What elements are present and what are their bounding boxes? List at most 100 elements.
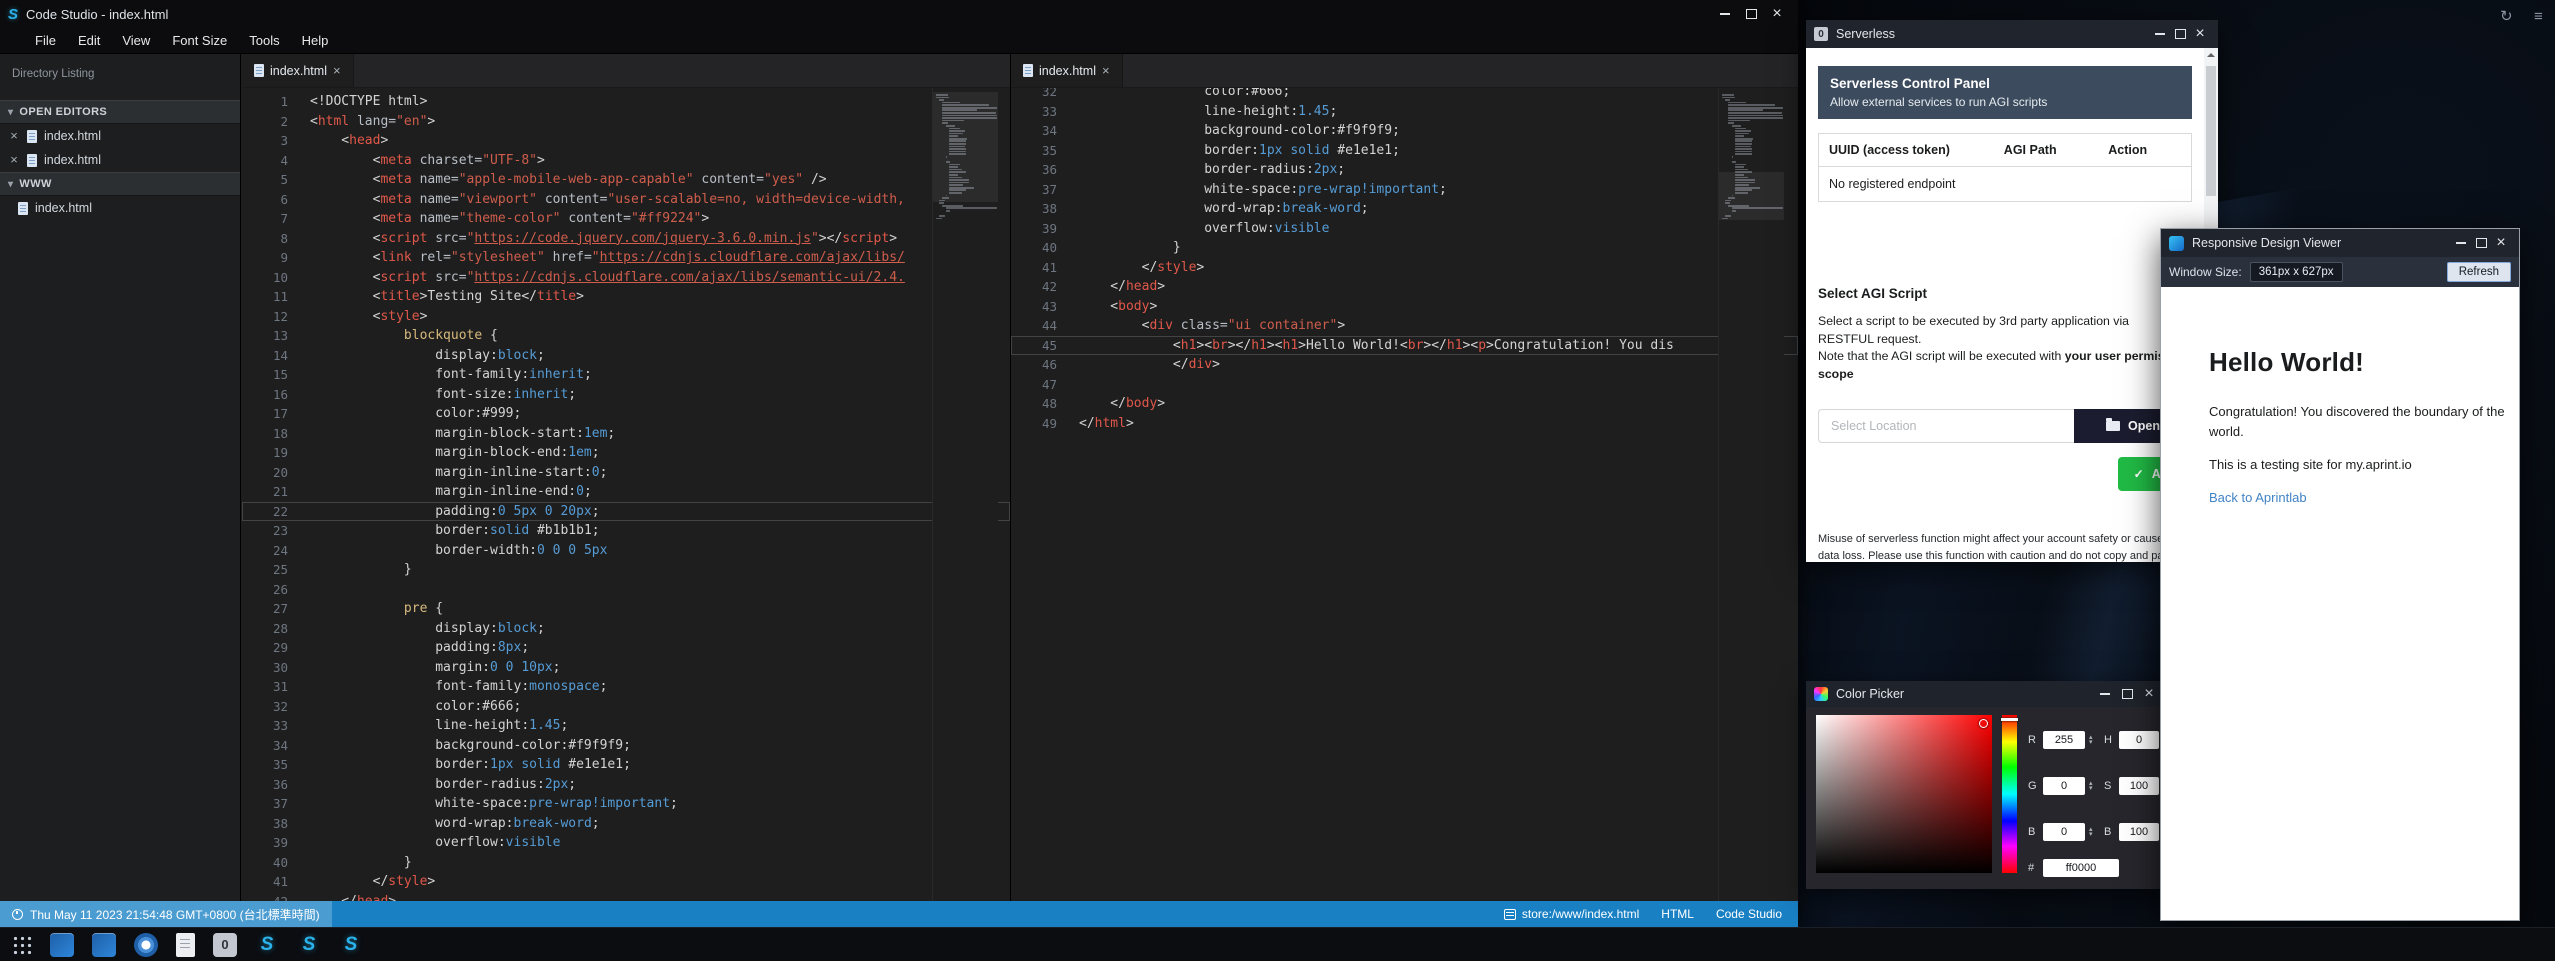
code-line[interactable]: 38 word-wrap:break-word; xyxy=(242,814,1010,834)
back-to-aprintlab-link[interactable]: Back to Aprintlab xyxy=(2209,490,2307,505)
code-line[interactable]: 36 border-radius:2px; xyxy=(242,775,1010,795)
hex-value-input[interactable]: ff0000 xyxy=(2043,859,2119,877)
code-line[interactable]: 3 <head> xyxy=(242,131,1010,151)
code-line[interactable]: 49</html> xyxy=(1011,414,1798,434)
stepper-icons[interactable] xyxy=(2089,827,2093,838)
ide-titlebar[interactable]: Code Studio - index.html xyxy=(0,0,1798,28)
window-icon[interactable] xyxy=(92,933,116,957)
section-open-editors[interactable]: OPEN EDITORS xyxy=(0,100,240,124)
green-value-input[interactable]: 0 xyxy=(2043,777,2085,795)
blue-value-input[interactable]: 0 xyxy=(2043,823,2085,841)
code-line[interactable]: 34 background-color:#f9f9f9; xyxy=(242,736,1010,756)
code-editor[interactable]: 1<!DOCTYPE html>2<html lang="en">3 <head… xyxy=(242,88,1010,901)
stepper-icons[interactable] xyxy=(2089,781,2093,792)
window-icon[interactable] xyxy=(50,933,74,957)
status-file-path[interactable]: store:/www/index.html xyxy=(1504,907,1639,921)
maximize-button[interactable] xyxy=(2116,681,2138,707)
tab-close-icon[interactable] xyxy=(1102,64,1110,78)
code-line[interactable]: 36 border-radius:2px; xyxy=(1011,160,1798,180)
code-line[interactable]: 17 color:#999; xyxy=(242,404,1010,424)
code-line[interactable]: 37 white-space:pre-wrap!important; xyxy=(242,794,1010,814)
code-line[interactable]: 20 margin-inline-start:0; xyxy=(242,463,1010,483)
code-line[interactable]: 30 margin:0 0 10px; xyxy=(242,658,1010,678)
menu-view[interactable]: View xyxy=(111,29,161,52)
code-line[interactable]: 37 white-space:pre-wrap!important; xyxy=(1011,180,1798,200)
code-line[interactable]: 48 </body> xyxy=(1011,394,1798,414)
code-line[interactable]: 14 display:block; xyxy=(242,346,1010,366)
code-line[interactable]: 25 } xyxy=(242,560,1010,580)
tree-file-item[interactable]: index.html xyxy=(0,196,240,220)
tab-close-icon[interactable] xyxy=(333,64,341,78)
status-clock-segment[interactable]: Thu May 11 2023 21:54:48 GMT+0800 (台北標準時… xyxy=(0,901,332,927)
status-app-name[interactable]: Code Studio xyxy=(1716,907,1782,921)
browser-icon[interactable] xyxy=(134,933,158,957)
maximize-button[interactable] xyxy=(2170,20,2190,48)
code-line[interactable]: 42 </head> xyxy=(242,892,1010,902)
code-line[interactable]: 46 </div> xyxy=(1011,355,1798,375)
serverless-titlebar[interactable]: Serverless xyxy=(1806,20,2218,48)
hue-slider[interactable] xyxy=(2002,715,2017,873)
code-line[interactable]: 38 word-wrap:break-word; xyxy=(1011,199,1798,219)
close-icon[interactable] xyxy=(8,153,20,167)
code-line[interactable]: 19 margin-block-end:1em; xyxy=(242,443,1010,463)
close-button[interactable] xyxy=(2491,229,2511,257)
refresh-icon[interactable]: ↻ xyxy=(2500,9,2513,24)
document-icon[interactable] xyxy=(176,933,195,957)
brightness-value-input[interactable]: 100 xyxy=(2119,823,2159,841)
code-line[interactable]: 21 margin-inline-end:0; xyxy=(242,482,1010,502)
saturation-value-input[interactable]: 100 xyxy=(2119,777,2159,795)
close-button[interactable] xyxy=(1764,0,1790,28)
code-line[interactable]: 15 font-family:inherit; xyxy=(242,365,1010,385)
viewer-titlebar[interactable]: Responsive Design Viewer xyxy=(2161,229,2519,257)
tab-index-html[interactable]: index.html xyxy=(242,54,354,87)
code-line[interactable]: 27 pre { xyxy=(242,599,1010,619)
code-line[interactable]: 33 line-height:1.45; xyxy=(242,716,1010,736)
code-line[interactable]: 26 xyxy=(242,580,1010,600)
scroll-up-icon[interactable] xyxy=(2207,53,2215,57)
color-picker-titlebar[interactable]: Color Picker xyxy=(1806,681,2168,707)
menu-edit[interactable]: Edit xyxy=(67,29,111,52)
code-studio-icon[interactable] xyxy=(297,933,321,957)
close-button[interactable] xyxy=(2138,681,2160,707)
select-location-input[interactable] xyxy=(1818,409,2074,443)
menu-file[interactable]: File xyxy=(24,29,67,52)
scrollbar-thumb[interactable] xyxy=(2206,66,2216,196)
open-editor-item[interactable]: index.html xyxy=(0,124,240,148)
code-line[interactable]: 42 </head> xyxy=(1011,277,1798,297)
saturation-marker[interactable] xyxy=(1979,719,1988,728)
code-line[interactable]: 40 } xyxy=(242,853,1010,873)
section-www[interactable]: WWW xyxy=(0,172,240,196)
minimize-button[interactable] xyxy=(2094,681,2116,707)
minimize-button[interactable] xyxy=(1712,0,1738,28)
code-line[interactable]: 32 color:#666; xyxy=(1011,88,1798,102)
start-menu-icon[interactable] xyxy=(12,935,32,955)
code-line[interactable]: 8 <script src="https://code.jquery.com/j… xyxy=(242,229,1010,249)
code-line[interactable]: 9 <link rel="stylesheet" href="https://c… xyxy=(242,248,1010,268)
code-line[interactable]: 44 <div class="ui container"> xyxy=(1011,316,1798,336)
code-line[interactable]: 41 </style> xyxy=(1011,258,1798,278)
tab-index-html[interactable]: index.html xyxy=(1011,54,1123,87)
code-line[interactable]: 13 blockquote { xyxy=(242,326,1010,346)
menu-help[interactable]: Help xyxy=(291,29,340,52)
code-line[interactable]: 47 xyxy=(1011,375,1798,395)
code-line[interactable]: 33 line-height:1.45; xyxy=(1011,102,1798,122)
minimap[interactable] xyxy=(932,88,998,901)
code-editor[interactable]: 32 color:#666;33 line-height:1.45;34 bac… xyxy=(1011,88,1798,901)
code-line[interactable]: 32 color:#666; xyxy=(242,697,1010,717)
code-line[interactable]: 35 border:1px solid #e1e1e1; xyxy=(1011,141,1798,161)
code-line[interactable]: 12 <style> xyxy=(242,307,1010,327)
code-line[interactable]: 28 display:block; xyxy=(242,619,1010,639)
stepper-icons[interactable] xyxy=(2089,735,2093,746)
minimap[interactable] xyxy=(1718,88,1784,901)
code-line[interactable]: 16 font-size:inherit; xyxy=(242,385,1010,405)
code-line[interactable]: 43 <body> xyxy=(1011,297,1798,317)
code-line[interactable]: 40 } xyxy=(1011,238,1798,258)
status-language[interactable]: HTML xyxy=(1661,907,1694,921)
code-line[interactable]: 35 border:1px solid #e1e1e1; xyxy=(242,755,1010,775)
code-line[interactable]: 23 border:solid #b1b1b1; xyxy=(242,521,1010,541)
saturation-gradient[interactable] xyxy=(1816,715,1992,873)
code-line[interactable]: 11 <title>Testing Site</title> xyxy=(242,287,1010,307)
code-line[interactable]: 4 <meta charset="UTF-8"> xyxy=(242,151,1010,171)
window-size-value[interactable]: 361px x 627px xyxy=(2250,262,2343,282)
code-line[interactable]: 22 padding:0 5px 0 20px; xyxy=(242,502,1010,522)
